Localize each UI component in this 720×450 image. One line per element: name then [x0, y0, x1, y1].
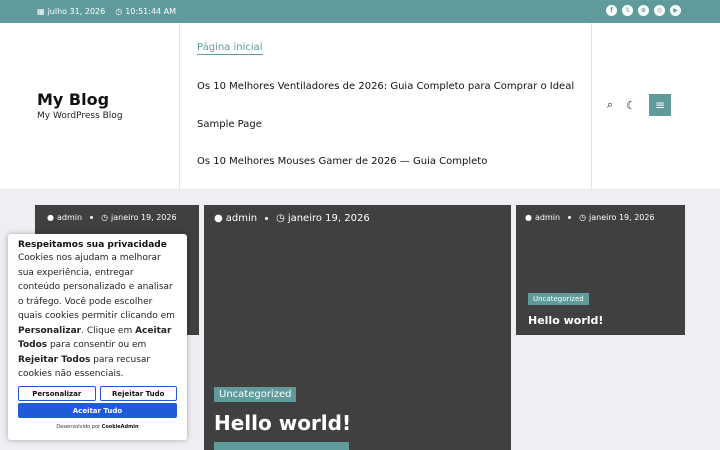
post-meta: ● admin ◷ janeiro 19, 2026 [214, 213, 370, 224]
cookie-buttons: Personalizar Rejeitar Tudo Aceitar Tudo [18, 386, 177, 418]
category-badge[interactable]: Uncategorized [214, 387, 297, 402]
powered-by: Desenvolvido por CookieAdmin [56, 424, 139, 430]
nav-item-mouses[interactable]: Os 10 Melhores Mouses Gamer de 2026 — Gu… [197, 156, 487, 167]
post-meta: ● admin ◷ janeiro 19, 2026 [47, 213, 177, 222]
read-more-button[interactable] [214, 442, 349, 450]
post-author[interactable]: ● admin [214, 213, 257, 224]
top-bar: ▦ julho 31, 2026 ◷ 10:51:44 AM f 𝕏 ⊛ ◎ ▶ [0, 0, 720, 23]
site-branding: My Blog My WordPress Blog [37, 90, 123, 121]
topbar-meta: ▦ julho 31, 2026 ◷ 10:51:44 AM [37, 7, 176, 16]
clock-icon: ◷ [579, 213, 587, 222]
post-date[interactable]: ◷ janeiro 19, 2026 [101, 213, 177, 222]
site-header: My Blog My WordPress Blog Página inicial… [0, 23, 720, 190]
meta-separator [265, 217, 269, 220]
post-title[interactable]: Hello world! [214, 411, 351, 435]
post-title[interactable]: Hello world! [528, 314, 603, 327]
topbar-date: ▦ julho 31, 2026 [37, 7, 105, 16]
clock-icon: ◷ [276, 213, 285, 224]
customize-button[interactable]: Personalizar [18, 386, 96, 401]
social-links: f 𝕏 ⊛ ◎ ▶ [606, 5, 681, 16]
header-divider-left [179, 23, 180, 189]
site-tagline: My WordPress Blog [37, 111, 123, 121]
clock-icon: ◷ [115, 7, 123, 16]
cookieadmin-logo[interactable]: CookieAdmin [102, 424, 139, 430]
accept-all-button[interactable]: Aceitar Tudo [18, 403, 177, 418]
user-icon: ● [47, 213, 54, 222]
cookie-consent-banner: Respeitamos sua privacidade Cookies nos … [8, 234, 187, 440]
post-card[interactable]: ● admin ◷ janeiro 19, 2026 Uncategorized H… [516, 205, 685, 335]
post-author[interactable]: ● admin [47, 213, 82, 222]
clock-icon: ◷ [101, 213, 109, 222]
time-text: 10:51:44 AM [125, 7, 177, 16]
cookie-message: Cookies nos ajudam a melhorar sua experi… [18, 253, 175, 379]
user-icon: ● [214, 213, 223, 224]
category-badge[interactable]: Uncategorized [528, 293, 589, 305]
hamburger-menu-button[interactable]: ≡ [649, 94, 671, 116]
moon-icon[interactable]: ☾ [625, 99, 637, 112]
search-icon[interactable]: ⌕ [604, 98, 616, 112]
date-text: julho 31, 2026 [47, 7, 106, 16]
header-divider-right [591, 23, 592, 189]
cookie-title: Respeitamos sua privacidade [18, 240, 167, 250]
instagram-icon[interactable]: ◎ [654, 5, 665, 16]
facebook-icon[interactable]: f [606, 5, 617, 16]
header-tools: ⌕ ☾ ≡ [604, 94, 671, 116]
x-icon[interactable]: 𝕏 [622, 5, 633, 16]
youtube-icon[interactable]: ▶ [670, 5, 681, 16]
topbar-time: ◷ 10:51:44 AM [115, 7, 176, 16]
calendar-icon: ▦ [37, 7, 45, 16]
meta-separator [568, 216, 572, 219]
reject-all-button[interactable]: Rejeitar Tudo [99, 386, 177, 401]
featured-post-card[interactable]: ● admin ◷ janeiro 19, 2026 Uncategorized H… [204, 205, 511, 450]
site-title[interactable]: My Blog [37, 90, 123, 109]
meta-separator [90, 216, 94, 219]
post-date[interactable]: ◷ janeiro 19, 2026 [579, 213, 655, 222]
post-meta: ● admin ◷ janeiro 19, 2026 [525, 213, 655, 222]
nav-item-sample-page[interactable]: Sample Page [197, 119, 262, 130]
post-date[interactable]: ◷ janeiro 19, 2026 [276, 213, 370, 224]
user-icon: ● [525, 213, 532, 222]
dribbble-icon[interactable]: ⊛ [638, 5, 649, 16]
nav-item-home[interactable]: Página inicial [197, 42, 263, 55]
post-author[interactable]: ● admin [525, 213, 560, 222]
nav-item-ventiladores[interactable]: Os 10 Melhores Ventiladores de 2026: Gui… [197, 81, 574, 92]
